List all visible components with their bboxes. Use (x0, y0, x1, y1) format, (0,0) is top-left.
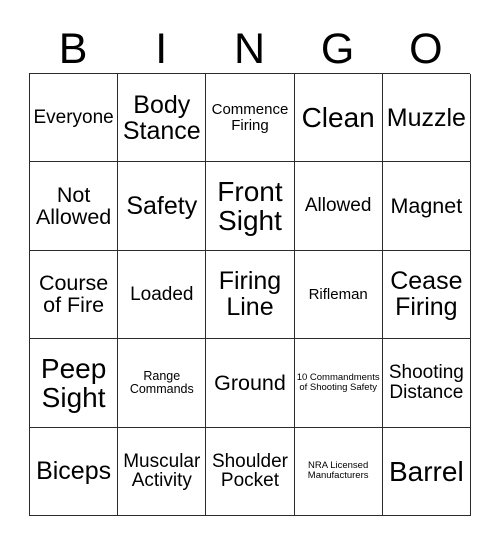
bingo-row: Not Allowed Safety Front Sight Allowed M… (30, 162, 471, 251)
bingo-header-row: B I N G O (29, 16, 470, 73)
bingo-cell[interactable]: Barrel (382, 427, 471, 516)
bingo-row: Course of Fire Loaded Firing Line Riflem… (30, 250, 471, 340)
bingo-cell-label: Not Allowed (35, 182, 112, 230)
bingo-cell[interactable]: Rifleman (294, 250, 383, 340)
bingo-cell[interactable]: Shoulder Pocket (206, 427, 295, 516)
bingo-header-letter-n: N (233, 25, 265, 73)
bingo-cell[interactable]: Firing Line (206, 250, 295, 340)
bingo-cell-label: Safety (126, 192, 198, 221)
bingo-cell-label: Front Sight (217, 175, 283, 237)
bingo-cell-label: Body Stance (122, 90, 201, 145)
bingo-header-letter-g: G (320, 25, 355, 73)
bingo-cell-label: Cease Firing (390, 267, 463, 322)
bingo-cell-label: Commence Firing (211, 101, 289, 134)
bingo-cell-label: 10 Commandments of Shooting Safety (296, 371, 380, 393)
bingo-cell-label: Muzzle (386, 103, 466, 132)
bingo-cell[interactable]: 10 Commandments of Shooting Safety (294, 339, 383, 428)
bingo-card: B I N G O Everyone Body Stance Commence … (29, 16, 471, 516)
bingo-grid: Everyone Body Stance Commence Firing Cle… (29, 73, 471, 516)
bingo-cell-label: Firing Line (218, 267, 282, 322)
bingo-row: Everyone Body Stance Commence Firing Cle… (30, 74, 471, 163)
bingo-cell[interactable]: Shooting Distance (382, 339, 471, 428)
bingo-cell-label: Ground (214, 370, 286, 395)
bingo-cell-label: Magnet (390, 193, 463, 218)
bingo-cell[interactable]: Loaded (118, 250, 207, 340)
bingo-row: Peep Sight Range Commands Ground 10 Comm… (30, 339, 471, 428)
bingo-cell[interactable]: Everyone (30, 74, 119, 163)
bingo-cell[interactable]: Not Allowed (30, 162, 119, 251)
bingo-cell-label: Loaded (130, 283, 194, 305)
bingo-cell-label: Muscular Activity (123, 450, 201, 492)
bingo-cell-label: Peep Sight (40, 352, 107, 413)
bingo-cell-label: Shooting Distance (388, 362, 464, 403)
bingo-cell[interactable]: Course of Fire (30, 250, 119, 340)
bingo-cell[interactable]: Range Commands (118, 339, 207, 428)
bingo-cell-label: Barrel (388, 455, 464, 487)
bingo-cell[interactable]: Biceps (30, 427, 119, 516)
bingo-cell[interactable]: Muscular Activity (118, 427, 207, 516)
bingo-cell[interactable]: Muzzle (382, 74, 471, 163)
bingo-cell-label: Allowed (304, 195, 372, 217)
bingo-cell[interactable]: Clean (294, 74, 383, 163)
bingo-header-letter-i: I (155, 25, 168, 73)
bingo-cell[interactable]: Front Sight (206, 162, 295, 251)
bingo-cell[interactable]: Body Stance (118, 74, 207, 163)
bingo-cell[interactable]: Commence Firing (206, 74, 295, 163)
bingo-cell-label: Everyone (33, 106, 114, 128)
bingo-header-letter-b: B (58, 25, 88, 73)
bingo-cell-label: Shoulder Pocket (211, 450, 288, 492)
bingo-cell[interactable]: Peep Sight (30, 339, 119, 428)
bingo-cell-label: Biceps (36, 457, 112, 486)
bingo-cell[interactable]: Safety (118, 162, 207, 251)
bingo-cell-label: Clean (301, 102, 375, 134)
bingo-cell[interactable]: Ground (206, 339, 295, 428)
bingo-cell[interactable]: Magnet (382, 162, 471, 251)
bingo-cell-label: Course of Fire (38, 271, 109, 318)
bingo-cell-label: NRA Licensed Manufacturers (307, 460, 369, 482)
bingo-cell[interactable]: NRA Licensed Manufacturers (294, 427, 383, 516)
bingo-cell-label: Range Commands (129, 368, 194, 396)
bingo-header-letter-o: O (409, 25, 443, 73)
bingo-row: Biceps Muscular Activity Shoulder Pocket… (30, 427, 471, 516)
bingo-cell[interactable]: Cease Firing (382, 250, 471, 340)
bingo-cell-label: Rifleman (308, 285, 368, 303)
bingo-cell[interactable]: Allowed (294, 162, 383, 251)
